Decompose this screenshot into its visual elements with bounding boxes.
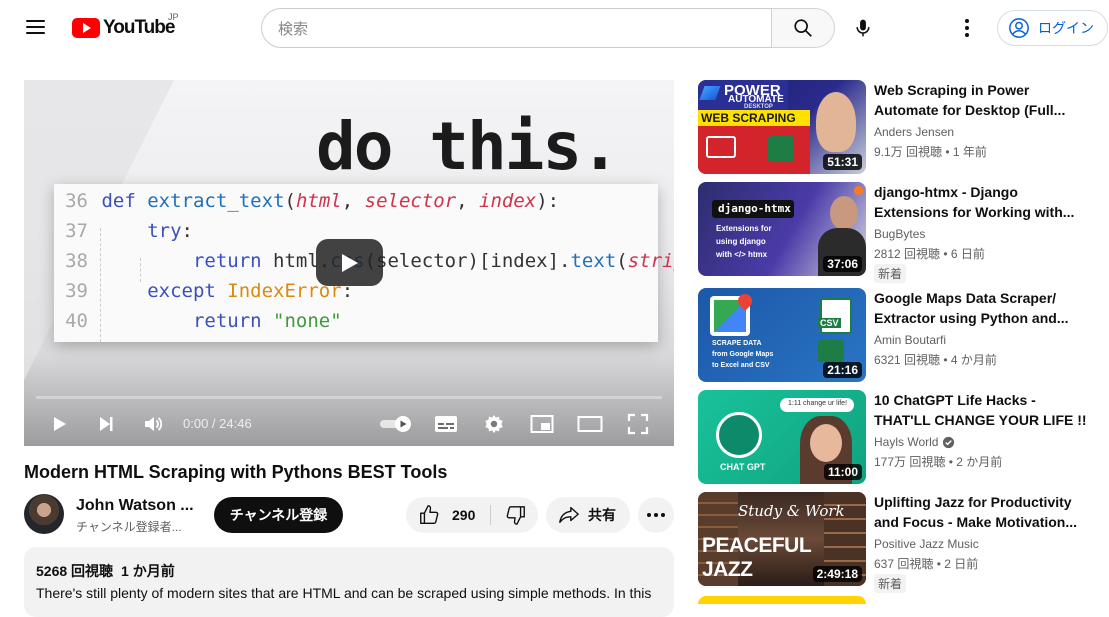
masthead: YouTube JP 検索 ログイン — [0, 0, 1109, 56]
code-line: 36 def extract_text(html, selector, inde… — [65, 190, 560, 212]
channel-name[interactable]: John Watson ... — [76, 497, 194, 515]
divider — [490, 505, 491, 525]
share-label: 共有 — [588, 507, 616, 523]
recommended-title: Uplifting Jazz for Productivity and Focus… — [874, 494, 1078, 530]
duration-badge: 51:31 — [823, 154, 862, 170]
duration-badge: 21:16 — [823, 362, 862, 378]
recommended-video[interactable]: SCRAPE DATA from Google Maps to Excel an… — [698, 288, 1098, 382]
youtube-play-logo-icon — [72, 18, 100, 38]
video-thumbnail[interactable]: django-htmx Extensions for using django … — [698, 182, 866, 276]
recommended-video[interactable]: Study & Work PEACEFUL JAZZ 2:49:18 Uplif… — [698, 492, 1098, 593]
autoplay-toggle-icon — [380, 416, 411, 432]
login-button[interactable]: ログイン — [997, 10, 1108, 46]
description-text: There's still plenty of modern sites tha… — [36, 585, 652, 601]
recommended-title: 10 ChatGPT Life Hacks - THAT'LL CHANGE YO… — [874, 392, 1087, 428]
video-thumbnail[interactable]: SCRAPE DATA from Google Maps to Excel an… — [698, 288, 866, 382]
video-thumbnail[interactable]: Study & Work PEACEFUL JAZZ 2:49:18 — [698, 492, 866, 586]
thumbs-up-icon — [420, 505, 439, 524]
dislike-button[interactable] — [494, 497, 538, 533]
search-input[interactable]: 検索 — [261, 8, 772, 48]
recommended-title: Web Scraping in Power Automate for Deskto… — [874, 82, 1066, 118]
login-label: ログイン — [1038, 20, 1094, 36]
description-meta: 5268 回視聴 1 か月前 — [36, 561, 662, 581]
recommended-video[interactable]: POWER AUTOMATE DESKTOP WEB SCRAPING 51:3… — [698, 80, 1098, 174]
volume-icon — [145, 417, 163, 431]
recommended-channel[interactable]: Amin Boutarfi — [874, 333, 946, 347]
next-button[interactable] — [92, 410, 120, 438]
fullscreen-button[interactable] — [624, 410, 652, 438]
recommended-meta: 637 回視聴 • 2 日前 — [874, 557, 979, 571]
video-player[interactable]: do this. 36 def extract_text(html, selec… — [24, 80, 674, 446]
share-button[interactable]: 共有 — [546, 497, 630, 533]
subtitles-icon — [435, 416, 457, 432]
miniplayer-icon — [530, 415, 554, 433]
search-icon — [794, 19, 812, 37]
share-icon — [559, 506, 579, 524]
code-line: 37 try: — [65, 220, 193, 242]
recommended-channel[interactable]: Hayls World — [874, 435, 955, 449]
video-thumbnail[interactable]: CHAT GPT 1:11 change ur life! 11:00 — [698, 390, 866, 484]
theater-mode-button[interactable] — [576, 410, 604, 438]
description-box[interactable]: 5268 回視聴 1 か月前 There's still plenty of mo… — [24, 547, 674, 617]
fullscreen-icon — [627, 413, 649, 435]
settings-button[interactable] — [480, 410, 508, 438]
large-play-button[interactable] — [316, 239, 383, 286]
like-dislike-group: 290 — [406, 497, 538, 533]
voice-search-button[interactable] — [843, 8, 883, 48]
video-thumbnail[interactable]: POWER AUTOMATE DESKTOP WEB SCRAPING 51:3… — [698, 80, 866, 174]
like-button[interactable]: 290 — [406, 497, 486, 533]
channel-avatar[interactable] — [24, 494, 64, 534]
progress-bar[interactable] — [36, 396, 662, 399]
microphone-icon — [856, 19, 870, 37]
volume-button[interactable] — [139, 410, 167, 438]
view-count: 5268 回視聴 — [36, 563, 114, 579]
logo-text: YouTube — [103, 17, 175, 38]
next-recommended-thumbnail[interactable] — [698, 596, 866, 604]
video-title: Modern HTML Scraping with Pythons BEST T… — [24, 462, 448, 482]
youtube-logo[interactable]: YouTube JP — [72, 12, 179, 40]
publish-date: 1 か月前 — [121, 563, 175, 579]
autoplay-toggle[interactable] — [379, 410, 413, 438]
player-controls: 0:00 / 24:46 — [24, 402, 674, 446]
thumbs-down-icon — [506, 506, 525, 525]
code-line: 40 return "none" — [65, 310, 342, 332]
logo-region: JP — [168, 12, 179, 22]
miniplayer-button[interactable] — [528, 410, 556, 438]
duration-badge: 11:00 — [823, 464, 862, 480]
code-line: 39 except IndexError: — [65, 280, 354, 302]
play-icon — [54, 417, 66, 431]
video-frame-headline: do this. — [316, 108, 620, 185]
recommended-video[interactable]: django-htmx Extensions for using django … — [698, 182, 1098, 283]
subscribe-button[interactable]: チャンネル登録 — [214, 497, 343, 533]
like-count: 290 — [452, 507, 476, 523]
gear-icon — [485, 414, 503, 434]
duration-badge: 2:49:18 — [812, 566, 862, 582]
new-badge: 新着 — [874, 574, 907, 593]
recommended-meta: 6321 回視聴 • 4 か月前 — [874, 353, 997, 367]
play-button[interactable] — [45, 410, 73, 438]
search-button[interactable] — [771, 8, 835, 48]
recommended-title: django-htmx - Django Extensions for Worki… — [874, 184, 1075, 220]
recommended-channel[interactable]: BugBytes — [874, 227, 925, 241]
recommended-channel[interactable]: Positive Jazz Music — [874, 537, 979, 551]
menu-icon[interactable] — [24, 16, 48, 40]
duration-badge: 37:06 — [823, 256, 862, 272]
more-actions-button[interactable] — [638, 497, 674, 533]
time-display: 0:00 / 24:46 — [183, 416, 252, 431]
subtitles-button[interactable] — [432, 410, 460, 438]
recommended-channel[interactable]: Anders Jensen — [874, 125, 954, 139]
theater-mode-icon — [577, 416, 603, 432]
subscriber-count: チャンネル登録者... — [76, 520, 182, 534]
next-icon — [100, 417, 113, 431]
recommended-video[interactable]: CHAT GPT 1:11 change ur life! 11:00 10 C… — [698, 390, 1098, 484]
new-badge: 新着 — [874, 264, 907, 283]
verified-icon — [943, 436, 955, 448]
recommended-meta: 2812 回視聴 • 6 日前 — [874, 247, 985, 261]
account-icon — [1009, 18, 1029, 38]
settings-more-icon[interactable] — [955, 16, 979, 40]
recommended-title: Google Maps Data Scraper/Extractor using… — [874, 290, 1069, 326]
recommended-meta: 9.1万 回視聴 • 1 年前 — [874, 145, 987, 159]
recommended-meta: 177万 回視聴 • 2 か月前 — [874, 455, 1003, 469]
